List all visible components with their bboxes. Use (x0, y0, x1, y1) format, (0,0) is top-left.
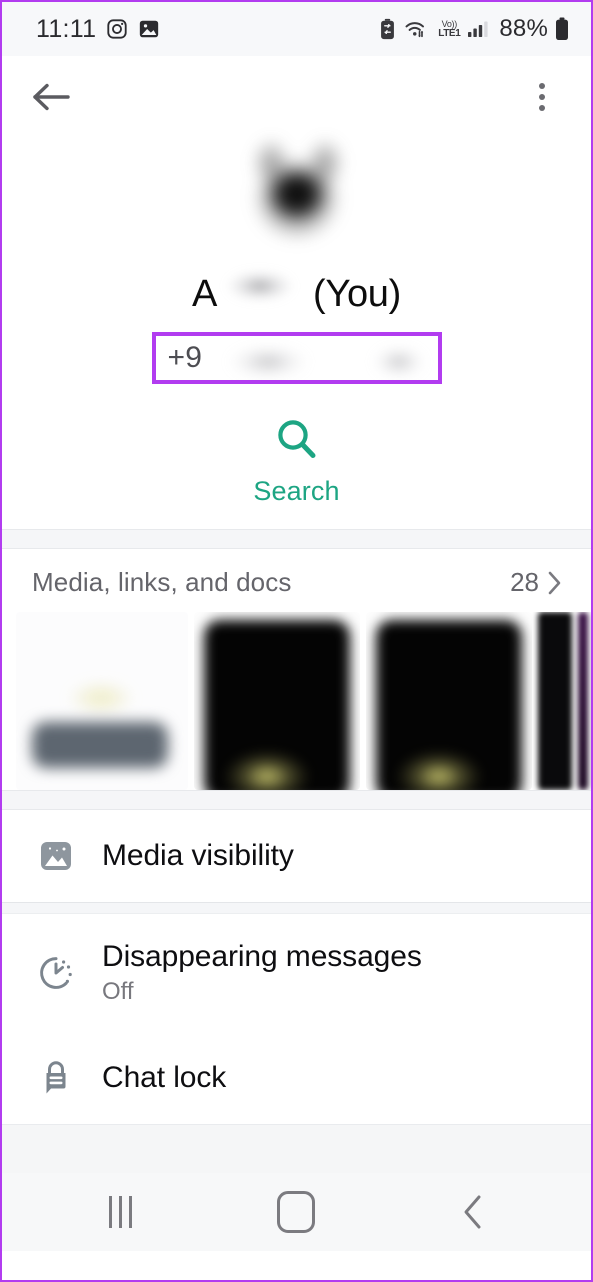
media-thumbnail-5-partial[interactable] (578, 612, 588, 790)
phone-number-highlight[interactable]: +9 (151, 332, 442, 384)
recent-apps-icon (108, 1196, 132, 1228)
section-separator-top (2, 529, 591, 549)
nav-home-button[interactable] (246, 1182, 346, 1242)
thumbnail-highlight (394, 744, 485, 790)
settings-row-divider (2, 902, 591, 914)
nav-recent-apps-button[interactable] (70, 1182, 170, 1242)
thumbnail-highlight (222, 744, 313, 790)
profile-header: A (You) +9 Search (2, 126, 591, 529)
nav-back-button[interactable] (423, 1182, 523, 1242)
settings-row-disappearing-messages[interactable]: Disappearing messages Off (2, 914, 591, 1032)
battery-percent: 88% (499, 15, 548, 42)
media-thumbnail-3[interactable] (366, 612, 532, 790)
settings-row-media-visibility[interactable]: Media visibility (2, 810, 591, 902)
status-bar-right: Vo)) LTE1 88% (378, 15, 569, 43)
bottom-filler (2, 1124, 591, 1173)
settings-row-text: Chat lock (102, 1061, 226, 1095)
search-button[interactable]: Search (2, 414, 591, 507)
back-chevron-icon (460, 1193, 486, 1231)
media-count: 28 (510, 567, 539, 597)
phone-number-redacted-part-2 (363, 340, 434, 380)
instagram-icon (106, 18, 128, 40)
media-thumbnail-strip[interactable] (2, 612, 591, 790)
lock-icon (36, 1058, 76, 1098)
gallery-icon (138, 18, 160, 40)
battery-icon (555, 17, 569, 41)
media-section-title: Media, links, and docs (32, 567, 292, 597)
home-icon (277, 1191, 316, 1233)
profile-name-prefix: A (192, 273, 218, 315)
avatar[interactable] (2, 126, 591, 266)
settings-row-subtitle: Off (102, 978, 134, 1005)
media-thumbnail-2[interactable] (194, 612, 360, 790)
media-section-count-group: 28 (510, 567, 563, 598)
avatar-image-blurred (240, 137, 353, 255)
system-navigation-bar (2, 1173, 591, 1251)
phone-number-redacted-part-1 (221, 340, 332, 380)
phone-screen: 11:11 Vo)) LTE1 88% A (You) +9 Search Me… (0, 0, 593, 1282)
section-separator-media (2, 790, 591, 810)
status-bar-left: 11:11 (36, 15, 160, 44)
overflow-menu-icon[interactable] (519, 74, 565, 120)
settings-row-chat-lock[interactable]: Chat lock (2, 1032, 591, 1124)
media-thumbnail-1[interactable] (16, 612, 188, 790)
settings-row-title: Media visibility (102, 839, 294, 872)
settings-row-title: Disappearing messages (102, 940, 422, 973)
chevron-right-icon (547, 570, 563, 596)
media-section: Media, links, and docs 28 (2, 549, 591, 790)
wifi-icon (404, 18, 431, 40)
media-links-docs-header[interactable]: Media, links, and docs 28 (2, 549, 591, 612)
timer-icon (36, 953, 76, 993)
settings-row-text: Disappearing messages Off (102, 940, 422, 1006)
settings-row-text: Media visibility (102, 839, 294, 873)
profile-name-redacted (223, 266, 298, 306)
settings-list: Media visibility Disappearing messages O… (2, 810, 591, 1124)
volte-icon: Vo)) LTE1 (438, 18, 461, 39)
media-thumbnail-4[interactable] (538, 612, 572, 790)
app-bar (2, 56, 591, 142)
profile-name-you-tag: (You) (313, 273, 401, 315)
signal-icon (467, 19, 489, 39)
search-label: Search (253, 476, 340, 506)
back-arrow-icon[interactable] (28, 74, 74, 120)
battery-saver-icon (378, 18, 397, 40)
photo-icon (36, 836, 76, 876)
search-icon (271, 414, 323, 466)
status-bar: 11:11 Vo)) LTE1 88% (2, 2, 591, 56)
phone-number-text: +9 (167, 341, 203, 374)
profile-name: A (You) (2, 266, 591, 320)
status-clock: 11:11 (36, 14, 97, 43)
settings-row-title: Chat lock (102, 1061, 227, 1094)
